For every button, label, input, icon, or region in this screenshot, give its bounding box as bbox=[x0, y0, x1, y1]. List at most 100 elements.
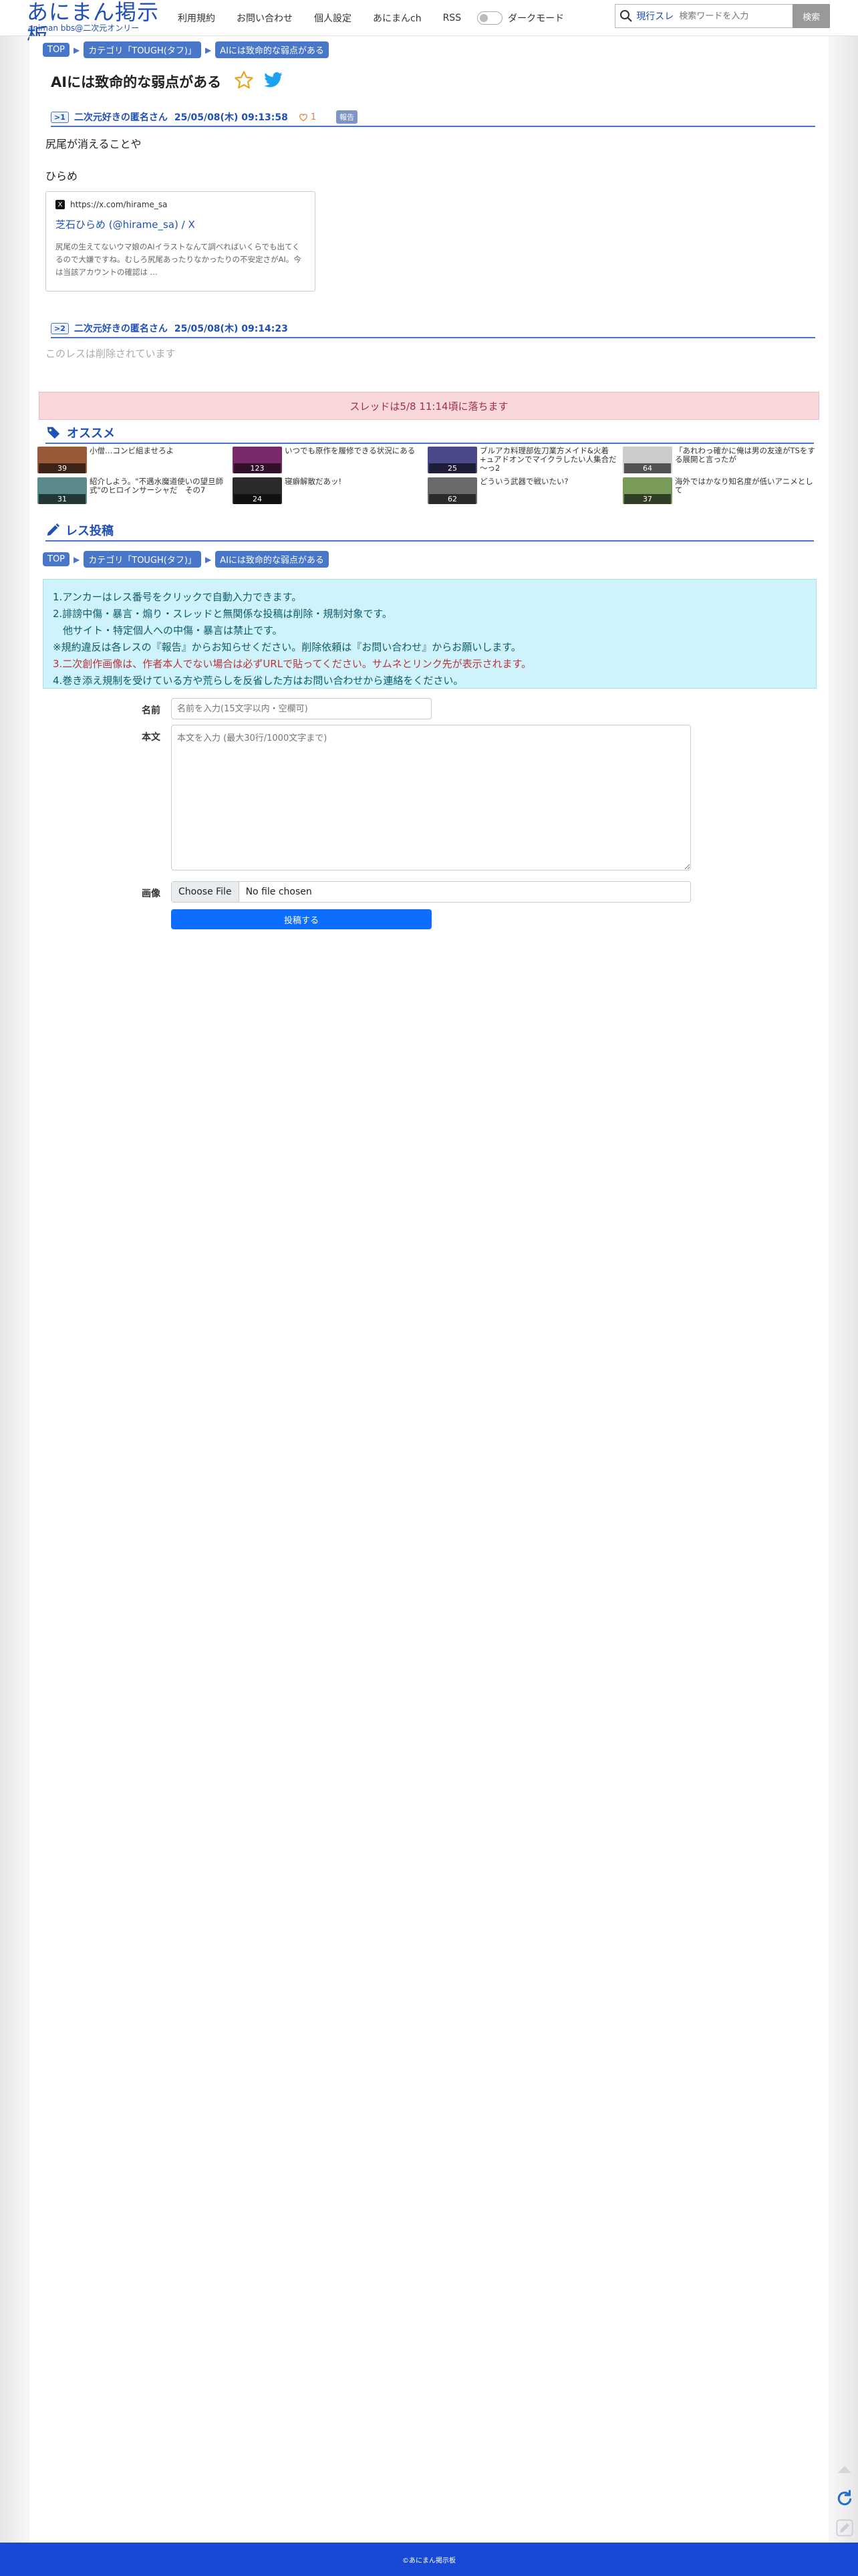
post-body-line: 尻尾が消えることや bbox=[45, 138, 142, 150]
reload-icon[interactable] bbox=[833, 2487, 856, 2510]
image-label: 画像 bbox=[142, 889, 160, 899]
recommend-text[interactable]: 紹介しよう。"不遇水魔道使いの望旦師式"のヒロインサーシャだ その7 bbox=[90, 477, 231, 495]
search-icon[interactable] bbox=[615, 5, 636, 27]
recommend-thumbnail[interactable]: 39 bbox=[37, 447, 87, 473]
like-count: 1 bbox=[310, 112, 317, 122]
recommend-thumbnail[interactable]: 37 bbox=[623, 477, 672, 504]
recommend-count: 24 bbox=[234, 494, 281, 504]
site-footer: ©あにまん掲示板 bbox=[0, 2543, 858, 2576]
breadcrumb-category[interactable]: カテゴリ「TOUGH(タフ)」 bbox=[84, 551, 201, 568]
star-icon[interactable] bbox=[233, 70, 255, 94]
link-card[interactable]: X https://x.com/hirame_sa 芝石ひらめ (@hirame… bbox=[45, 191, 315, 291]
body-textarea[interactable] bbox=[171, 725, 691, 870]
recommend-count: 64 bbox=[624, 463, 671, 473]
breadcrumb-separator: ▶ bbox=[74, 45, 80, 55]
breadcrumb-separator: ▶ bbox=[204, 554, 212, 564]
breadcrumb-top[interactable]: TOP bbox=[43, 552, 70, 566]
link-card-url: https://x.com/hirame_sa bbox=[70, 200, 168, 209]
post-header: >2 二次元好きの匿名さん 25/05/08(木) 09:14:23 bbox=[51, 320, 815, 338]
breadcrumb-separator: ▶ bbox=[74, 554, 80, 564]
recommend-thumbnail[interactable]: 64 bbox=[623, 447, 672, 473]
recommend-item[interactable]: 31 紹介しよう。"不遇水魔道使いの望旦師式"のヒロインサーシャだ その7 bbox=[37, 477, 233, 504]
recommend-text[interactable]: 小僧…コンビ組ませろよ bbox=[90, 447, 231, 455]
toggle-switch[interactable] bbox=[477, 11, 503, 25]
nav-settings[interactable]: 個人設定 bbox=[314, 11, 351, 25]
recommend-text[interactable]: 海外ではかなり知名度が低いアニメとして bbox=[675, 477, 817, 495]
search-box: 現行スレ 検索 bbox=[615, 4, 830, 28]
main-content: TOP ▶ カテゴリ「TOUGH(タフ)」 ▶ AIには致命的な弱点がある AI… bbox=[29, 36, 829, 2543]
rule-line: 4.巻き添え規制を受けている方や荒らしを反省した方はお問い合わせから連絡をくださ… bbox=[53, 675, 464, 687]
form-title: レス投稿 bbox=[65, 524, 114, 538]
recommend-text[interactable]: 「あれわっ確かに俺は男の友達がTSをする展開と言ったが bbox=[675, 447, 817, 464]
recommend-text[interactable]: 寝癖解散だあッ! bbox=[285, 477, 426, 486]
recommend-item[interactable]: 62 どういう武器で戦いたい? bbox=[428, 477, 623, 504]
recommend-text[interactable]: ブルアカ料理部佐刀業方メイド&火着+ュアドオンでマイクラしたい人集合だ～っ2 bbox=[480, 447, 621, 473]
deleted-post-text: このレスは削除されています bbox=[45, 348, 176, 360]
search-input[interactable] bbox=[679, 6, 793, 26]
nav-rss[interactable]: RSS bbox=[443, 13, 462, 23]
post-number[interactable]: >1 bbox=[51, 111, 69, 123]
recommend-thumbnail[interactable]: 62 bbox=[428, 477, 477, 504]
twitter-icon[interactable] bbox=[263, 70, 284, 93]
recommend-item[interactable]: 39 小僧…コンビ組ませろよ bbox=[37, 447, 233, 473]
heart-icon bbox=[299, 113, 307, 122]
rule-line: 2.誹謗中傷・暴言・煽り・スレッドと無関係な投稿は削除・規制対象です。 bbox=[53, 608, 392, 620]
nav-animanch[interactable]: あにまんch bbox=[373, 11, 422, 25]
recommend-section-title: オススメ bbox=[45, 423, 814, 444]
recommend-text[interactable]: いつでも原作を履修できる状況にある bbox=[285, 447, 426, 455]
recommend-thumbnail[interactable]: 24 bbox=[233, 477, 282, 504]
recommend-item[interactable]: 25 ブルアカ料理部佐刀業方メイド&火着+ュアドオンでマイクラしたい人集合だ～っ2 bbox=[428, 447, 623, 473]
report-button[interactable]: 報告 bbox=[336, 110, 358, 124]
dark-mode-label: ダークモード bbox=[508, 13, 565, 24]
image-row: 画像 Choose File No file chosen bbox=[123, 881, 691, 903]
post-body-line: ひらめ bbox=[45, 170, 78, 183]
form-section-title: レス投稿 bbox=[45, 520, 814, 542]
search-scope[interactable]: 現行スレ bbox=[636, 9, 674, 23]
submit-button[interactable]: 投稿する bbox=[171, 909, 432, 929]
recommend-thumbnail[interactable]: 25 bbox=[428, 447, 477, 473]
breadcrumb-top[interactable]: TOP bbox=[43, 43, 70, 57]
logo-subtext: animan bbs@二次元オンリー bbox=[28, 23, 140, 33]
recommend-item[interactable]: 24 寝癖解散だあッ! bbox=[233, 477, 428, 504]
breadcrumb-thread[interactable]: AIには致命的な弱点がある bbox=[215, 41, 329, 58]
nav-terms[interactable]: 利用規約 bbox=[178, 11, 215, 25]
site-logo[interactable]: あにまん掲示板 animan bbs@二次元オンリー bbox=[27, 0, 160, 48]
arrow-up-icon[interactable] bbox=[833, 2458, 856, 2480]
thread-expiry-notice: スレッドは5/8 11:14頃に落ちます bbox=[39, 392, 819, 420]
link-card-description: 尻尾の生えてないウマ娘のAIイラストなんて調べればいくらでも出てくるので大嫌です… bbox=[55, 242, 301, 277]
recommend-item[interactable]: 64 「あれわっ確かに俺は男の友達がTSをする展開と言ったが bbox=[623, 447, 818, 473]
like-button[interactable]: 1 bbox=[299, 112, 316, 122]
link-card-title[interactable]: 芝石ひらめ (@hirame_sa) / X bbox=[55, 217, 305, 231]
post-date: 25/05/08(木) 09:13:58 bbox=[174, 112, 288, 123]
pencil-icon[interactable] bbox=[833, 2516, 856, 2539]
recommend-item[interactable]: 123 いつでも原作を履修できる状況にある bbox=[233, 447, 428, 473]
name-input[interactable] bbox=[171, 698, 432, 719]
rule-line: ※規約違反は各レスの『報告』からお知らせください。削除依頼は『お問い合わせ』から… bbox=[53, 641, 521, 653]
dark-mode-toggle[interactable]: ダークモード bbox=[477, 11, 564, 25]
post-author: 二次元好きの匿名さん bbox=[74, 112, 168, 123]
breadcrumb-thread[interactable]: AIには致命的な弱点がある bbox=[215, 551, 329, 568]
file-status: No file chosen bbox=[245, 887, 312, 897]
tag-icon bbox=[47, 427, 60, 439]
recommend-item[interactable]: 37 海外ではかなり知名度が低いアニメとして bbox=[623, 477, 818, 504]
recommend-text[interactable]: どういう武器で戦いたい? bbox=[480, 477, 621, 486]
recommend-thumbnail[interactable]: 31 bbox=[37, 477, 87, 504]
nav-contact[interactable]: お問い合わせ bbox=[237, 11, 293, 25]
search-button[interactable]: 検索 bbox=[793, 4, 830, 28]
image-file-input[interactable]: Choose File No file chosen bbox=[171, 881, 691, 903]
recommend-count: 25 bbox=[429, 463, 476, 473]
footer-copyright: ©あにまん掲示板 bbox=[402, 2557, 456, 2565]
recommend-thumbnail[interactable]: 123 bbox=[233, 447, 282, 473]
recommend-count: 37 bbox=[624, 494, 671, 504]
rule-line: 1.アンカーはレス番号をクリックで自動入力できます。 bbox=[53, 591, 302, 603]
rule-line: 他サイト・特定個人への中傷・暴言は禁止です。 bbox=[53, 624, 283, 636]
breadcrumb: TOP ▶ カテゴリ「TOUGH(タフ)」 ▶ AIには致命的な弱点がある bbox=[43, 41, 329, 58]
recommend-count: 62 bbox=[429, 494, 476, 504]
recommend-grid: 39 小僧…コンビ組ませろよ 123 いつでも原作を履修できる状況にある 25 ブルアカ料… bbox=[37, 447, 819, 504]
post-number[interactable]: >2 bbox=[51, 322, 69, 334]
choose-file-button[interactable]: Choose File bbox=[172, 882, 239, 902]
breadcrumb: TOP ▶ カテゴリ「TOUGH(タフ)」 ▶ AIには致命的な弱点がある bbox=[43, 551, 329, 568]
recommend-count: 31 bbox=[39, 494, 86, 504]
recommend-count: 39 bbox=[39, 463, 86, 473]
breadcrumb-category[interactable]: カテゴリ「TOUGH(タフ)」 bbox=[84, 41, 201, 58]
